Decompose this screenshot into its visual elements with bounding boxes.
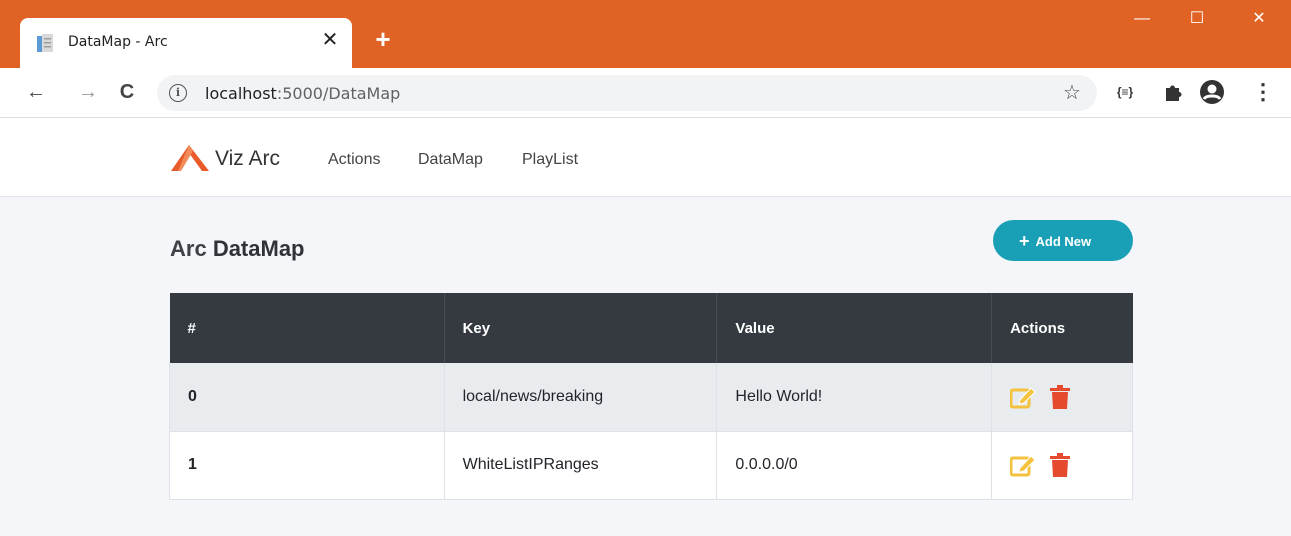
column-header-index: #	[169, 293, 445, 363]
close-window-button[interactable]: ✕	[1236, 4, 1282, 34]
table-header-row: # Key Value Actions	[169, 293, 1133, 363]
app-navbar: Viz Arc Actions DataMap PlayList	[0, 119, 1291, 197]
row-actions	[991, 363, 1133, 432]
new-tab-button[interactable]: +	[370, 26, 396, 52]
page-title: Arc DataMap	[170, 236, 305, 262]
tab-title: DataMap - Arc	[68, 34, 168, 50]
nav-link-actions[interactable]: Actions	[328, 151, 380, 169]
row-actions	[991, 431, 1133, 500]
app-page: Viz Arc Actions DataMap PlayList Arc Dat…	[0, 119, 1291, 536]
viz-arc-logo-icon[interactable]	[169, 137, 211, 173]
table-row: 0 local/news/breaking Hello World!	[169, 363, 1133, 432]
puzzle-extensions-icon[interactable]	[1162, 81, 1184, 103]
bookmark-star-icon[interactable]: ☆	[1063, 80, 1081, 105]
reload-button[interactable]: C	[115, 80, 139, 104]
json-extension-icon[interactable]: {≡}	[1112, 80, 1138, 104]
row-key: local/news/breaking	[443, 363, 718, 432]
column-header-key: Key	[444, 293, 718, 363]
address-bar[interactable]: i localhost:5000/DataMap ☆	[157, 75, 1097, 111]
row-index: 1	[169, 431, 445, 500]
row-index: 0	[169, 363, 445, 432]
column-header-actions: Actions	[991, 293, 1133, 363]
tab-close-icon[interactable]: ✕	[318, 28, 342, 52]
datamap-table: # Key Value Actions 0 local/news/breakin…	[169, 293, 1133, 500]
nav-link-playlist[interactable]: PlayList	[522, 151, 578, 169]
browser-toolbar: ← → C i localhost:5000/DataMap ☆ {≡} ⋮	[0, 68, 1291, 118]
site-info-icon[interactable]: i	[169, 84, 187, 102]
add-new-label: Add New	[1035, 234, 1092, 249]
url-path: :5000/DataMap	[276, 84, 401, 103]
page-icon	[37, 34, 53, 52]
url-text[interactable]: localhost:5000/DataMap	[205, 84, 400, 103]
profile-avatar-icon[interactable]	[1199, 79, 1225, 105]
row-value: 0.0.0.0/0	[716, 431, 993, 500]
edit-icon[interactable]	[1010, 385, 1036, 409]
brand-name[interactable]: Viz Arc	[215, 147, 280, 171]
row-value: Hello World!	[716, 363, 993, 432]
forward-button[interactable]: →	[76, 80, 100, 104]
column-header-value: Value	[716, 293, 993, 363]
plus-icon: +	[1019, 231, 1030, 251]
table-row: 1 WhiteListIPRanges 0.0.0.0/0	[169, 431, 1133, 500]
nav-link-datamap[interactable]: DataMap	[418, 151, 483, 169]
page-title-prefix: Arc	[170, 236, 207, 261]
minimize-button[interactable]: —	[1119, 4, 1165, 34]
row-key: WhiteListIPRanges	[443, 431, 718, 500]
add-new-button[interactable]: + Add New	[993, 220, 1133, 261]
browser-titlebar: DataMap - Arc ✕ + — ☐ ✕	[0, 0, 1291, 68]
browser-tab[interactable]: DataMap - Arc ✕	[20, 18, 352, 68]
maximize-button[interactable]: ☐	[1174, 4, 1220, 34]
edit-icon[interactable]	[1010, 453, 1036, 477]
page-title-bold: DataMap	[212, 236, 305, 261]
url-host: localhost	[205, 84, 277, 103]
delete-trash-icon[interactable]	[1050, 384, 1071, 409]
back-button[interactable]: ←	[24, 80, 48, 104]
browser-menu-icon[interactable]: ⋮	[1252, 80, 1274, 104]
delete-trash-icon[interactable]	[1050, 453, 1071, 477]
